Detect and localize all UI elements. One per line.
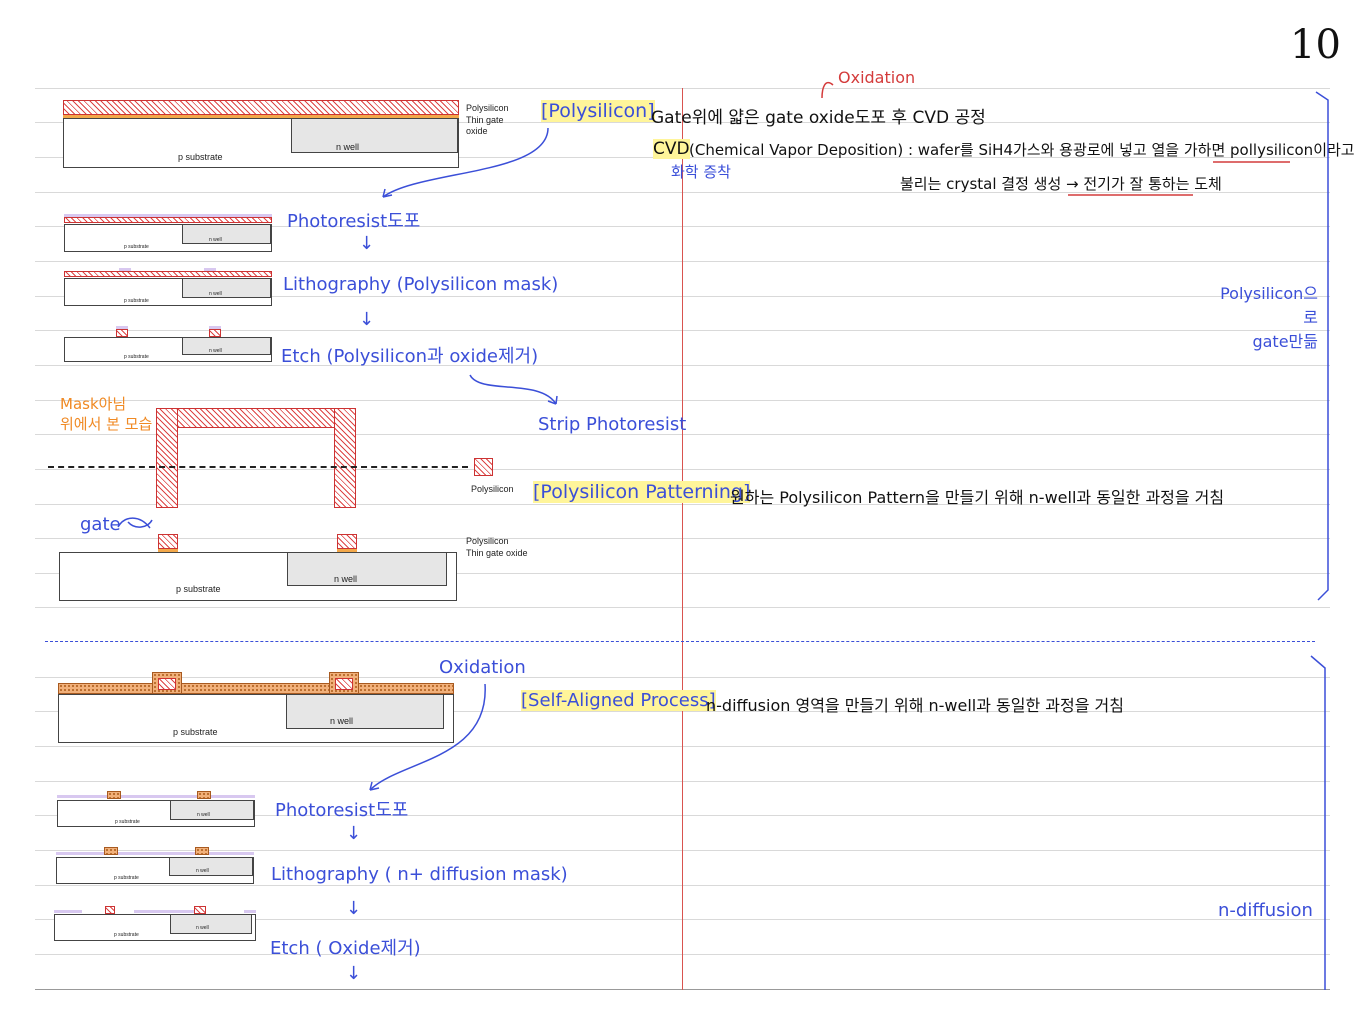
polysilicon-legend-label: Polysilicon — [471, 484, 514, 494]
photoresist-diagram-2: n well p substrate — [57, 790, 257, 830]
cross-section-dashed-line — [48, 466, 468, 468]
mask-note-1: Mask아님 — [60, 395, 127, 413]
self-aligned-desc: n-diffusion 영역을 만들기 위해 n-well과 동일한 과정을 거… — [706, 696, 1124, 715]
etch-diagram-2: n well p substrate — [54, 903, 264, 943]
polysilicon-legend-swatch — [474, 458, 493, 476]
gate-cross-section-diagram: n well p substrate Polysilicon Thin gate… — [59, 534, 529, 604]
step-lithography-2: Lithography ( n+ diffusion mask) — [271, 864, 568, 885]
step-photoresist-2: Photoresist도포 — [275, 800, 409, 821]
arrow-4: ↓ — [346, 898, 362, 919]
polysilicon-label-2: Polysilicon — [466, 536, 509, 546]
arrow-5: ↓ — [346, 963, 362, 984]
self-aligned-diagram: n well p substrate — [58, 670, 458, 746]
thin-gate-oxide-label-2: Thin gate oxide — [466, 548, 528, 558]
step-etch-2: Etch ( Oxide제거) — [270, 938, 421, 959]
mask-top-view — [156, 408, 356, 508]
side-note-polysilicon-gate: Polysilicon으로 gate만듦 — [1220, 284, 1318, 351]
patterning-desc: 원하는 Polysilicon Pattern을 만들기 위해 n-well과 … — [730, 488, 1225, 507]
lithography-diagram-2: n well p substrate — [56, 845, 256, 885]
n-well-label-2: n well — [334, 574, 358, 584]
gate-label: gate — [80, 514, 121, 535]
mask-note-2: 위에서 본 모습 — [60, 415, 153, 433]
self-aligned-heading: [Self-Aligned Process] — [521, 690, 716, 711]
patterning-heading: [Polysilicon Patterning] — [533, 481, 751, 503]
p-substrate-label-2: p substrate — [176, 584, 221, 594]
side-note-n-diffusion: n-diffusion — [1218, 900, 1313, 921]
arrow-3: ↓ — [346, 823, 362, 844]
